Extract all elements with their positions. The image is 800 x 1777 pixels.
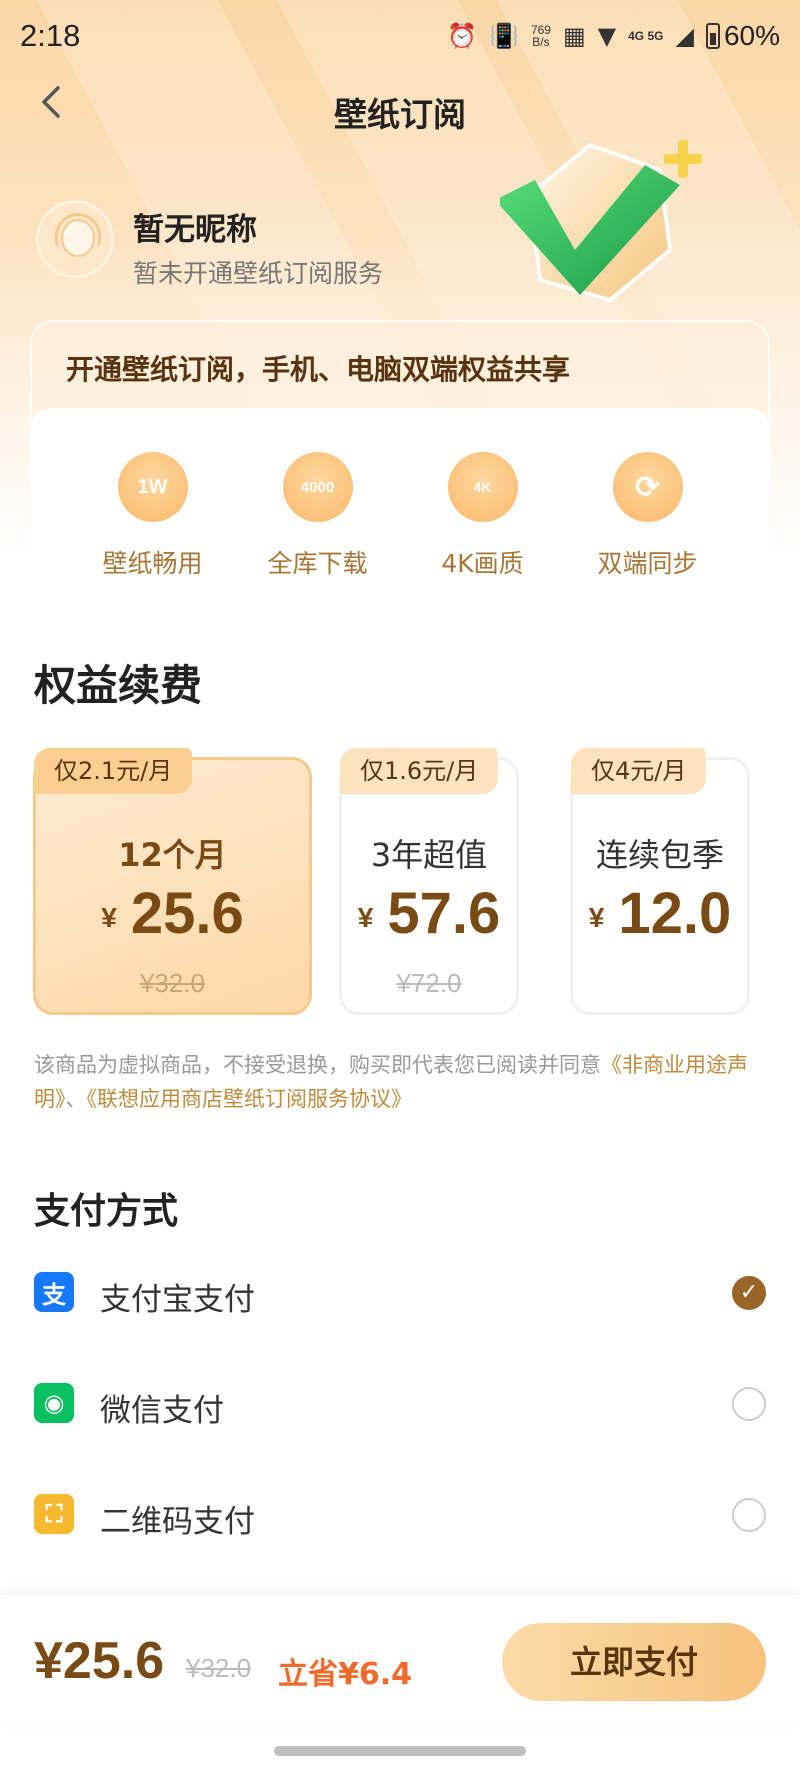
profile-name: 暂无昵称 [133,212,257,248]
wallpaper-count-icon: 1W [117,452,188,522]
battery: 60% [705,20,780,52]
plan-price: ¥12.0 [588,881,732,946]
benefit-label: 双端同步 [597,549,698,578]
plan-name: 连续包季 [595,836,724,874]
benefit-sync: ⟳ 双端同步 [578,408,718,608]
wifi-icon: ▼ [597,22,617,50]
sync-icon: ⟳ [612,452,683,522]
avatar[interactable] [36,200,114,278]
total-original-price: ¥32.0 [186,1653,252,1683]
pay-now-button[interactable]: 立即支付 [502,1623,766,1701]
section-title-renewal: 权益续费 [34,661,203,710]
banner-text: 开通壁纸订阅，手机、电脑双端权益共享 [66,353,571,386]
plan-name: 12个月 [118,836,227,874]
benefit-wallpaper-unlimited: 1W 壁纸畅用 [83,408,223,608]
vip-check-badge-icon [500,140,702,303]
benefit-label: 全库下载 [267,549,368,578]
wechat-icon: ◉ [34,1383,74,1423]
plan-card-3-years[interactable]: 仅1.6元/月 3年超值 ¥57.6 ¥72.0 [339,748,519,1015]
plan-price: ¥25.6 [101,881,244,946]
vibrate-icon: 📳 [489,22,519,50]
plan-price: ¥57.6 [357,881,501,946]
alipay-icon: 支 [34,1272,74,1312]
payment-label: 支付宝支付 [100,1282,255,1318]
payment-radio[interactable] [732,1387,766,1421]
status-bar: 2:18 ⏰ 📳 769 B/s ▦ ▼ 4G 5G ◢ 60% [0,0,800,72]
payment-label: 微信支付 [100,1393,224,1429]
battery-icon [705,23,720,49]
subscription-agreement-link[interactable]: 《联想应用商店壁纸订阅服务协议》 [87,1087,413,1111]
status-icons: ⏰ 📳 769 B/s ▦ ▼ 4G 5G ◢ 60% [447,20,780,52]
purchase-disclaimer: 该商品为虚拟商品，不接受退换，购买即代表您已阅读并同意《非商业用途声明》、《联想… [34,1053,748,1111]
nfc-icon: ▦ [562,22,586,50]
status-time: 2:18 [20,18,81,53]
plan-original-price: ¥32.0 [139,968,206,998]
plan-monthly-tag: 仅1.6元/月 [340,748,499,794]
plan-monthly-tag: 仅4元/月 [571,748,707,794]
payment-option-alipay[interactable]: 支 支付宝支付 ✓ [34,1262,766,1322]
plan-list: 仅2.1元/月 12个月 ¥25.6 ¥32.0 仅1.6元/月 3年超值 ¥5… [33,745,800,1025]
page-title: 壁纸订阅 [334,95,466,134]
network-type: 4G 5G [628,29,664,43]
plan-card-quarterly[interactable]: 仅4元/月 连续包季 ¥12.0 [570,748,750,1015]
plan-monthly-tag: 仅2.1元/月 [34,748,193,794]
payment-option-wechat[interactable]: ◉ 微信支付 [34,1373,766,1433]
subscription-status: 暂未开通壁纸订阅服务 [133,259,384,288]
checkout-bar: ¥25.6 ¥32.0 立省¥6.4 立即支付 [0,1595,800,1725]
alarm-icon: ⏰ [447,22,478,50]
total-price: ¥25.6 [34,1632,165,1690]
network-speed: 769 B/s [530,23,551,49]
benefit-label: 4K画质 [441,549,524,578]
payment-radio-checked[interactable]: ✓ [732,1276,766,1310]
plan-card-12-months[interactable]: 仅2.1元/月 12个月 ¥25.6 ¥32.0 [33,748,312,1015]
plan-name: 3年超值 [370,836,488,874]
plan-original-price: ¥72.0 [396,968,462,998]
payment-radio[interactable] [732,1498,766,1532]
qrcode-icon: ⛶ [34,1494,74,1534]
benefits-card: 1W 壁纸畅用 4000 全库下载 4K 4K画质 ⟳ 双端同步 [30,408,770,608]
benefit-4k: 4K 4K画质 [413,408,553,608]
savings-amount: 立省¥6.4 [278,1657,413,1692]
signal-icon: ◢ [675,22,694,50]
download-count-icon: 4000 [282,452,353,522]
home-indicator[interactable] [274,1746,526,1756]
payment-label: 二维码支付 [100,1504,255,1540]
section-title-payment: 支付方式 [34,1191,179,1232]
benefit-full-download: 4000 全库下载 [248,408,388,608]
benefits-banner: 开通壁纸订阅，手机、电脑双端权益共享 [30,320,770,420]
payment-option-qrcode[interactable]: ⛶ 二维码支付 [34,1484,766,1544]
4k-quality-icon: 4K [447,452,518,522]
benefit-label: 壁纸畅用 [102,549,203,578]
